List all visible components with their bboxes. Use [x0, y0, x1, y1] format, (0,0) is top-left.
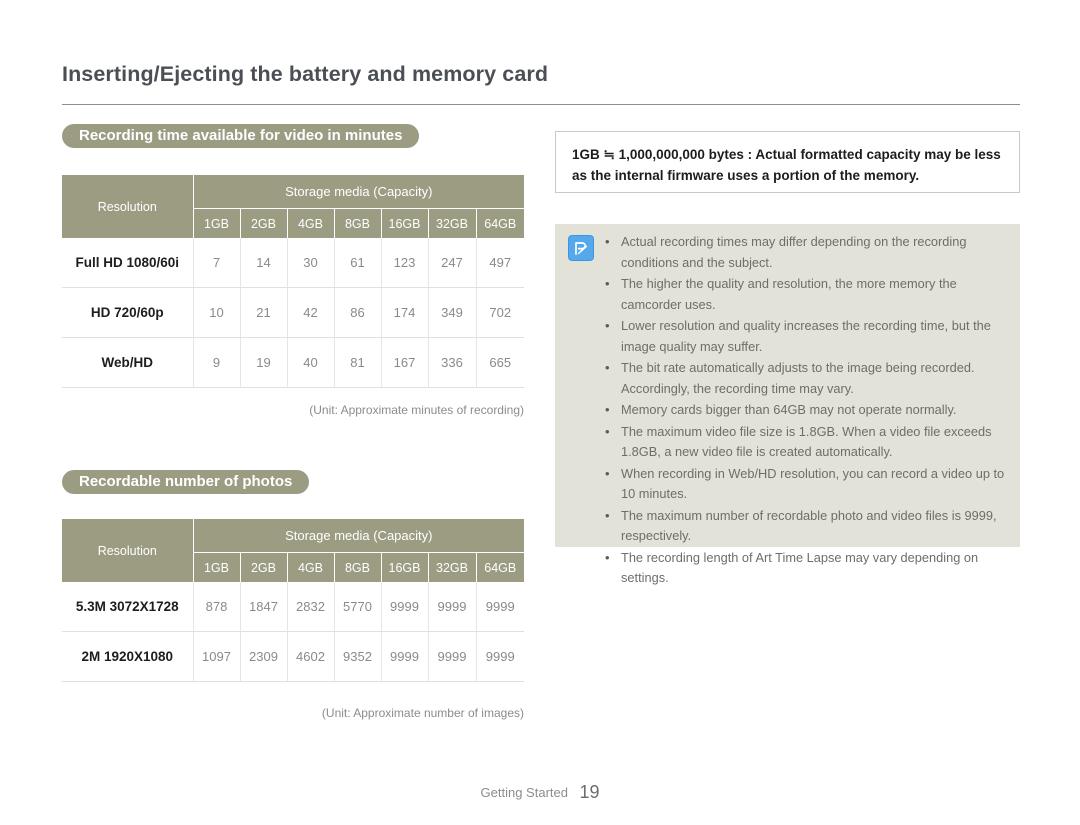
cell-value: 336 [428, 337, 477, 388]
list-item: The maximum video file size is 1.8GB. Wh… [603, 422, 1006, 463]
cell-value: 19 [240, 337, 288, 388]
list-item: Actual recording times may differ depend… [603, 232, 1006, 273]
cell-value: 702 [476, 287, 525, 338]
cell-value: 81 [334, 337, 382, 388]
table-row: Web/HD 9 19 40 81 167 336 665 [62, 337, 525, 388]
cell-value: 167 [381, 337, 429, 388]
table-header-row-group: Resolution Storage media (Capacity) [62, 175, 525, 238]
header-capacity-8gb: 8GB [333, 552, 382, 582]
header-capacity-4gb: 4GB [286, 208, 335, 238]
cell-value: 174 [381, 287, 429, 338]
cell-value: 9352 [334, 631, 382, 682]
header-capacity-64gb: 64GB [475, 208, 525, 238]
cell-value: 123 [381, 238, 429, 288]
list-item: The recording length of Art Time Lapse m… [603, 548, 1006, 589]
header-resolution: Resolution [62, 175, 194, 238]
note-pen-icon [568, 235, 594, 261]
unit-note-video: (Unit: Approximate minutes of recording) [309, 403, 524, 417]
header-resolution: Resolution [62, 519, 194, 582]
header-capacity-8gb: 8GB [333, 208, 382, 238]
cell-resolution: HD 720/60p [62, 287, 194, 338]
header-capacity-1gb: 1GB [192, 208, 241, 238]
footer-section-label: Getting Started [480, 785, 568, 800]
capacity-line-1: 1GB ≒ 1,000,000,000 bytes : Actual forma… [572, 147, 1001, 162]
list-item: Lower resolution and quality increases t… [603, 316, 1006, 357]
notes-panel: Actual recording times may differ depend… [555, 224, 1020, 585]
cell-value: 9999 [428, 631, 477, 682]
header-storage-media: Storage media (Capacity) [192, 175, 525, 209]
cell-value: 86 [334, 287, 382, 338]
cell-value: 247 [428, 238, 477, 288]
manual-page: Inserting/Ejecting the battery and memor… [0, 0, 1080, 825]
cell-value: 7 [193, 238, 241, 288]
table-row: HD 720/60p 10 21 42 86 174 349 702 [62, 287, 525, 338]
capacity-callout-text: 1GB ≒ 1,000,000,000 bytes : Actual forma… [572, 144, 1007, 186]
header-capacity-16gb: 16GB [380, 552, 429, 582]
header-capacity-4gb: 4GB [286, 552, 335, 582]
recordable-photos-table: Resolution Storage media (Capacity) 1GB … [62, 519, 525, 682]
page-title: Inserting/Ejecting the battery and memor… [62, 62, 549, 86]
header-capacity-32gb: 32GB [427, 552, 477, 582]
cell-value: 40 [287, 337, 335, 388]
list-item: The bit rate automatically adjusts to th… [603, 358, 1006, 399]
notes-list: Actual recording times may differ depend… [603, 232, 1006, 590]
cell-value: 42 [287, 287, 335, 338]
unit-note-photo: (Unit: Approximate number of images) [321, 706, 524, 720]
cell-value: 9999 [428, 582, 477, 632]
header-capacity-32gb: 32GB [427, 208, 477, 238]
page-footer: Getting Started 19 [0, 782, 1080, 803]
table-row: 5.3M 3072X1728 878 1847 2832 5770 9999 9… [62, 582, 525, 632]
cell-value: 21 [240, 287, 288, 338]
cell-value: 497 [476, 238, 525, 288]
cell-value: 9999 [476, 631, 525, 682]
header-storage-media: Storage media (Capacity) [192, 519, 525, 553]
cell-resolution: Web/HD [62, 337, 194, 388]
cell-value: 665 [476, 337, 525, 388]
header-capacity-64gb: 64GB [475, 552, 525, 582]
section-badge-photos: Recordable number of photos [62, 470, 310, 494]
header-capacity-16gb: 16GB [380, 208, 429, 238]
cell-value: 10 [193, 287, 241, 338]
cell-value: 349 [428, 287, 477, 338]
section-badge-video: Recording time available for video in mi… [62, 124, 420, 148]
cell-resolution: 2M 1920X1080 [62, 631, 194, 682]
cell-value: 9999 [381, 631, 429, 682]
cell-resolution: Full HD 1080/60i [62, 238, 194, 288]
cell-value: 30 [287, 238, 335, 288]
cell-value: 9 [193, 337, 241, 388]
list-item: The maximum number of recordable photo a… [603, 506, 1006, 547]
table-row: Full HD 1080/60i 7 14 30 61 123 247 497 [62, 238, 525, 288]
cell-value: 61 [334, 238, 382, 288]
capacity-line-2: as the internal firmware uses a portion … [572, 168, 920, 183]
cell-value: 14 [240, 238, 288, 288]
table-row: 2M 1920X1080 1097 2309 4602 9352 9999 99… [62, 631, 525, 682]
video-recording-time-table: Resolution Storage media (Capacity) 1GB … [62, 175, 525, 388]
cell-resolution: 5.3M 3072X1728 [62, 582, 194, 632]
cell-value: 9999 [476, 582, 525, 632]
cell-value: 2309 [240, 631, 288, 682]
cell-value: 4602 [287, 631, 335, 682]
cell-value: 2832 [287, 582, 335, 632]
footer-page-number: 19 [579, 782, 600, 802]
cell-value: 1847 [240, 582, 288, 632]
list-item: Memory cards bigger than 64GB may not op… [603, 400, 1006, 421]
cell-value: 878 [193, 582, 241, 632]
table-header-row-group: Resolution Storage media (Capacity) [62, 519, 525, 582]
title-divider [62, 104, 1020, 105]
list-item: When recording in Web/HD resolution, you… [603, 464, 1006, 505]
header-capacity-2gb: 2GB [239, 552, 288, 582]
capacity-callout-box: 1GB ≒ 1,000,000,000 bytes : Actual forma… [555, 131, 1020, 193]
cell-value: 1097 [193, 631, 241, 682]
header-capacity-1gb: 1GB [192, 552, 241, 582]
header-capacity-2gb: 2GB [239, 208, 288, 238]
list-item: The higher the quality and resolution, t… [603, 274, 1006, 315]
cell-value: 9999 [381, 582, 429, 632]
cell-value: 5770 [334, 582, 382, 632]
